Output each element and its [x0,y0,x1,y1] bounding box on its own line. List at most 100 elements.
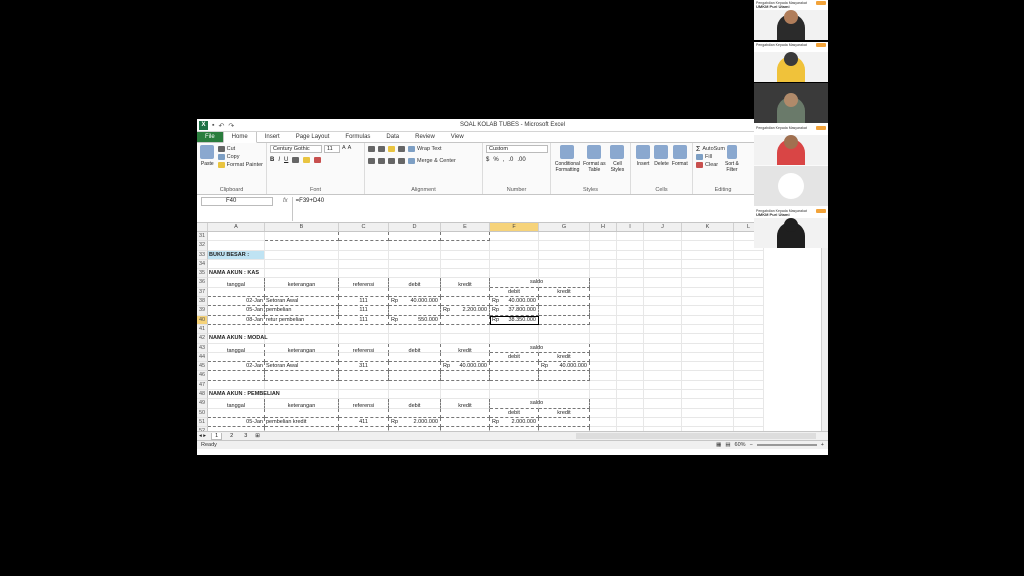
cell-H43[interactable] [590,343,617,353]
cell-L44[interactable] [734,352,764,363]
cell-C47[interactable] [339,380,389,391]
sheet-nav-icon[interactable]: ◂ ▸ [199,433,206,439]
cell-H31[interactable] [590,232,617,242]
cell-G41[interactable] [539,324,590,335]
cell-J36[interactable] [644,278,682,288]
cell-K44[interactable] [682,352,734,363]
cell-A37[interactable] [208,287,265,298]
column-header[interactable]: H [590,223,617,231]
cell-G37[interactable]: kredit [539,287,590,298]
cell-I36[interactable] [617,278,644,288]
cell-J39[interactable] [644,306,682,316]
cell-B44[interactable] [265,352,339,363]
percent-icon[interactable]: % [493,157,498,163]
participant-video-tile[interactable]: Pengabdian Kepada Masyarakat [754,124,828,165]
row-header[interactable]: 44 [197,352,208,363]
name-box[interactable]: F40 [201,197,273,206]
cell-F36[interactable]: saldo [490,278,543,288]
cell-A36[interactable]: tanggal [208,278,265,288]
cell-K37[interactable] [682,287,734,298]
cell-F38[interactable]: Rp 40.000.000 [490,297,539,307]
cell-L47[interactable] [734,380,764,391]
cell-F35[interactable] [490,269,539,279]
cell-A38[interactable]: 02-Jan [208,297,265,307]
decrease-decimal-icon[interactable]: .00 [517,157,525,163]
cell-A39[interactable]: 05-Jan [208,306,265,316]
cell-G38[interactable] [539,297,590,307]
horizontal-scrollbar[interactable] [576,433,816,439]
cell-H49[interactable] [590,399,617,409]
cell-F48[interactable] [490,390,539,400]
cell-D52[interactable] [389,427,441,431]
sheet-tab[interactable]: 1 [211,432,223,440]
cell-H47[interactable] [590,380,617,391]
fill-color-icon[interactable] [303,157,311,163]
tab-data[interactable]: Data [378,132,407,142]
normal-view-icon[interactable]: ▦ [716,442,721,448]
cell-J52[interactable] [644,427,682,431]
cell-C51[interactable]: 411 [339,417,389,428]
cell-G42[interactable] [539,334,590,344]
cell-A44[interactable] [208,352,265,363]
cell-L51[interactable] [734,417,764,428]
participant-video-tile[interactable] [754,83,828,124]
cell-F33[interactable] [490,250,539,260]
cell-A41[interactable] [208,324,265,335]
cell-K38[interactable] [682,297,734,307]
clear-button[interactable]: Clear [696,161,725,169]
cell-I39[interactable] [617,306,644,316]
cell-H37[interactable] [590,287,617,298]
cell-F32[interactable] [490,241,539,251]
cell-D46[interactable] [389,371,441,381]
cell-C50[interactable] [339,408,389,418]
cell-I46[interactable] [617,371,644,381]
cell-I42[interactable] [617,334,644,344]
cell-G46[interactable] [539,371,590,381]
cell-C49[interactable]: referensi [339,399,389,409]
cell-L36[interactable] [734,278,764,288]
tab-file[interactable]: File [197,132,223,142]
cell-L34[interactable] [734,259,764,270]
cell-C45[interactable]: 311 [339,362,389,372]
font-name-dropdown[interactable]: Century Gothic [270,145,322,153]
cell-E35[interactable] [441,269,490,279]
cell-G50[interactable]: kredit [539,408,590,418]
cell-H34[interactable] [590,259,617,270]
cell-I37[interactable] [617,287,644,298]
row-header[interactable]: 47 [197,380,208,391]
cell-E44[interactable] [441,352,490,363]
cell-D44[interactable] [389,352,441,363]
tab-home[interactable]: Home [222,131,257,143]
cell-A45[interactable]: 02-Jan [208,362,265,372]
select-all-corner[interactable] [197,223,208,231]
cell-F47[interactable] [490,380,539,391]
row-header[interactable]: 49 [197,399,208,409]
cell-E38[interactable] [441,297,490,307]
row-header[interactable]: 31 [197,232,208,242]
cell-H32[interactable] [590,241,617,251]
column-header[interactable]: D [389,223,441,231]
cell-H52[interactable] [590,427,617,431]
cell-B36[interactable]: keterangan [265,278,339,288]
cell-K52[interactable] [682,427,734,431]
cell-E33[interactable] [441,250,490,260]
cell-K50[interactable] [682,408,734,418]
cell-F46[interactable] [490,371,539,381]
cell-K31[interactable] [682,232,734,242]
cell-K36[interactable] [682,278,734,288]
row-header[interactable]: 41 [197,324,208,335]
align-left-icon[interactable] [368,158,375,164]
cell-H38[interactable] [590,297,617,307]
row-header[interactable]: 48 [197,390,208,400]
column-header[interactable]: E [441,223,490,231]
cell-F52[interactable] [490,427,539,431]
align-middle-icon[interactable] [378,146,385,152]
cell-E42[interactable] [441,334,490,344]
row-header[interactable]: 43 [197,343,208,353]
conditional-formatting-button[interactable]: Conditional Formatting [554,145,581,186]
font-color-icon[interactable] [314,157,322,163]
row-header[interactable]: 36 [197,278,208,288]
cell-J45[interactable] [644,362,682,372]
cell-J34[interactable] [644,259,682,270]
align-bottom-icon[interactable] [388,146,395,152]
